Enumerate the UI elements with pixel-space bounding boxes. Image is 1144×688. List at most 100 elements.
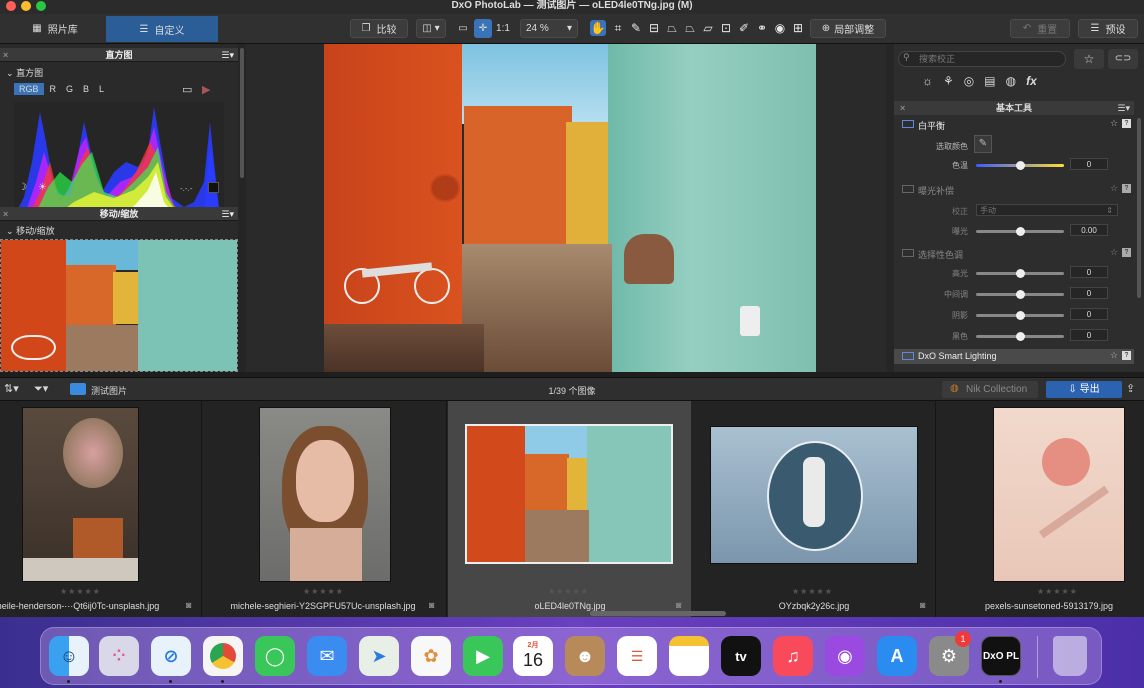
rating-stars[interactable]: ★★★★★ <box>60 587 101 596</box>
local-adjust-button[interactable]: ⊕ 局部调整 <box>810 19 886 38</box>
trash-icon[interactable] <box>1053 636 1087 676</box>
highlights-value[interactable]: 0 <box>1070 266 1108 278</box>
slider-knob[interactable] <box>1016 161 1025 170</box>
left-scrollbar[interactable] <box>238 44 246 372</box>
correction-dropdown[interactable]: 手动 ⇕ <box>976 204 1118 216</box>
image-viewer[interactable] <box>246 44 886 372</box>
customize-tab[interactable]: ☰ 自定义 <box>106 16 218 42</box>
help-icon[interactable]: ? <box>1122 248 1131 257</box>
one-to-one-button[interactable]: 1:1 <box>494 19 512 38</box>
midtones-value[interactable]: 0 <box>1070 287 1108 299</box>
finder-icon[interactable]: ☺ <box>49 636 89 676</box>
channel-r[interactable]: R <box>46 83 61 95</box>
shadows-value[interactable]: 0 <box>1070 308 1108 320</box>
perspective-alt-icon[interactable]: ⏢ <box>682 20 698 36</box>
facetime-icon[interactable]: ▶ <box>463 636 503 676</box>
light-icon[interactable]: ☼ <box>922 74 933 88</box>
filmstrip-scrollbar[interactable] <box>590 611 726 616</box>
photos-icon[interactable]: ✿ <box>411 636 451 676</box>
library-tab[interactable]: ▦ 照片库 <box>10 19 100 38</box>
thumbnail-cell[interactable]: ★★★★★ neile-henderson-···Qt6ij0Tc-unspla… <box>0 401 202 617</box>
channel-b[interactable]: B <box>79 83 93 95</box>
close-panel-icon[interactable]: × <box>3 207 8 221</box>
thumbnail-cell-selected[interactable]: ★★★★★ oLED4le0TNg.jpg ◙ <box>448 401 691 617</box>
panel-menu-icon[interactable]: ☰▾ <box>1117 101 1130 115</box>
hand-tool-icon[interactable]: ✋ <box>590 20 606 36</box>
contacts-icon[interactable]: ☻ <box>565 636 605 676</box>
eyedropper-icon[interactable]: ✎ <box>974 135 992 153</box>
slider-knob[interactable] <box>1016 227 1025 236</box>
star-icon[interactable]: ☆ <box>1110 183 1118 194</box>
compare-button[interactable]: ❐ 比较 <box>350 19 408 38</box>
monitor-icon[interactable]: ▭ <box>182 83 192 96</box>
rating-stars[interactable]: ★★★★★ <box>1037 587 1078 596</box>
channel-l[interactable]: L <box>95 83 108 95</box>
channel-g[interactable]: G <box>62 83 77 95</box>
moon-icon[interactable]: ☽ <box>18 182 27 193</box>
local-icon[interactable]: ◍ <box>1006 74 1016 88</box>
toggle-checkbox[interactable] <box>902 352 914 360</box>
horizon-icon[interactable]: ⊟ <box>646 20 662 36</box>
launchpad-icon[interactable]: ⁘ <box>99 636 139 676</box>
help-icon[interactable]: ? <box>1122 184 1131 193</box>
right-scroll-thumb[interactable] <box>1137 118 1141 298</box>
thumbnail-cell[interactable]: ★★★★★ michele-seghieri-Y2SGPFU57Uc-unspl… <box>203 401 447 617</box>
thumbnail-image[interactable] <box>993 407 1125 582</box>
podcasts-icon[interactable]: ◉ <box>825 636 865 676</box>
toggle-checkbox[interactable] <box>902 120 914 128</box>
fit-icon[interactable]: ▭ <box>454 19 472 38</box>
toggle-checkbox[interactable] <box>902 249 914 257</box>
chrome-icon[interactable] <box>203 636 243 676</box>
red-eye-icon[interactable]: ⊡ <box>718 20 734 36</box>
star-icon[interactable]: ☆ <box>1110 247 1118 258</box>
messages-icon[interactable]: ◯ <box>255 636 295 676</box>
main-photo[interactable] <box>324 44 816 372</box>
slider-knob[interactable] <box>1016 290 1025 299</box>
midtones-slider[interactable] <box>976 290 1064 299</box>
move-zoom-icon[interactable]: ✛ <box>474 19 492 38</box>
filter-icon[interactable]: ⏷▾ <box>34 382 48 396</box>
channel-rgb[interactable]: RGB <box>14 83 44 95</box>
mail-icon[interactable]: ✉ <box>307 636 347 676</box>
eyedropper-icon[interactable]: ✎ <box>628 20 644 36</box>
appstore-icon[interactable]: A <box>877 636 917 676</box>
highlights-slider[interactable] <box>976 269 1064 278</box>
thumbnail-image[interactable] <box>259 407 391 582</box>
volume-deformation-icon[interactable]: ▱ <box>700 20 716 36</box>
notes-icon[interactable] <box>669 636 709 676</box>
eye-icon[interactable]: ◉ <box>772 20 788 36</box>
safari-icon[interactable]: ⊘ <box>151 636 191 676</box>
reset-button[interactable]: ↶ 重置 <box>1010 19 1070 38</box>
toggle-icon[interactable]: ⊂⊃ <box>1108 49 1138 69</box>
toggle-checkbox[interactable] <box>902 185 914 193</box>
export-button[interactable]: ⇩ 导出 <box>1046 381 1122 398</box>
exposure-value[interactable]: 0.00 <box>1070 224 1108 236</box>
close-panel-icon[interactable]: × <box>3 48 8 62</box>
slider-knob[interactable] <box>1016 311 1025 320</box>
fx-icon[interactable]: fx <box>1026 74 1037 88</box>
temperature-value[interactable]: 0 <box>1070 158 1108 170</box>
close-panel-icon[interactable]: × <box>900 101 905 115</box>
geometry-icon[interactable]: ▤ <box>984 74 995 88</box>
dxo-photolab-icon[interactable]: DxO PL <box>981 636 1021 676</box>
blacks-value[interactable]: 0 <box>1070 329 1108 341</box>
crop-icon[interactable]: ⌗ <box>610 20 626 36</box>
color-icon[interactable]: ⚘ <box>943 74 954 88</box>
gamut-icon[interactable]: ▶ <box>202 83 210 96</box>
reminders-icon[interactable]: ☰ <box>617 636 657 676</box>
viewer-divider[interactable] <box>886 44 894 372</box>
help-icon[interactable]: ? <box>1122 351 1131 360</box>
temperature-slider[interactable] <box>976 161 1064 170</box>
heal-icon[interactable]: ⚭ <box>754 20 770 36</box>
search-input[interactable]: 搜索校正 <box>898 51 1066 67</box>
help-icon[interactable]: ? <box>1122 119 1131 128</box>
perspective-icon[interactable]: ⏢ <box>664 20 680 36</box>
presets-button[interactable]: ☰ 预设 <box>1078 19 1138 38</box>
slider-knob[interactable] <box>1016 269 1025 278</box>
thumbnail-cell[interactable]: ★★★★★ pexels-sunsetoned-5913179.jpg <box>937 401 1144 617</box>
smart-lighting-row[interactable]: DxO Smart Lighting ☆ ? <box>894 349 1134 364</box>
share-icon[interactable]: ⇪ <box>1126 382 1135 395</box>
slider-knob[interactable] <box>1016 332 1025 341</box>
star-icon[interactable]: ☆ <box>1110 118 1118 129</box>
star-filter-icon[interactable]: ☆ <box>1074 49 1104 69</box>
